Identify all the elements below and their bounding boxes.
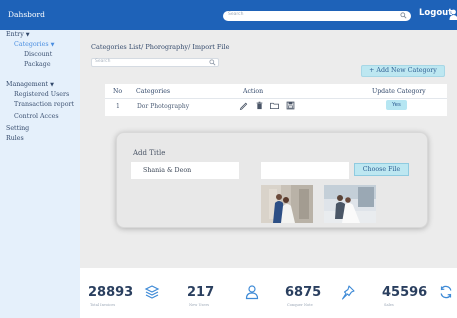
chevron-down-icon: ▼ — [50, 82, 54, 88]
sidebar-item-discount[interactable]: Discount — [24, 51, 52, 58]
sidebar-item-control-access[interactable]: Control Acces — [14, 113, 59, 120]
title-input[interactable]: Shania & Deon — [131, 162, 239, 179]
header-search-input[interactable]: Search — [223, 11, 411, 21]
filter-search-input[interactable]: Search — [91, 58, 219, 67]
row-category-name: Dor Photography — [137, 103, 190, 110]
stat-sales-label: Sales — [384, 303, 394, 307]
stat-total-invoices-label: Total Invoices — [90, 303, 116, 307]
column-header-categories: Categories — [136, 88, 171, 95]
sidebar-item-label: Entry — [6, 31, 24, 38]
choose-file-button[interactable]: Choose File — [354, 163, 409, 176]
refresh-icon — [440, 285, 452, 299]
sidebar-item-rules[interactable]: Rules — [6, 135, 24, 142]
search-icon[interactable] — [400, 12, 407, 19]
chevron-down-icon: ▼ — [25, 32, 30, 38]
sidebar-item-transaction-report[interactable]: Transaction report — [14, 101, 74, 108]
sidebar-item-label: Categories — [14, 41, 49, 48]
stats-row: 28893 Total Invoices 217 New Users 6875 … — [80, 268, 457, 318]
sidebar: Entry ▼ Categories ▼ Discount Package Mana… — [0, 30, 80, 318]
upload-panel: Add Title Shania & Deon Choose File — [116, 132, 428, 228]
update-status-badge[interactable]: Yes — [386, 100, 407, 110]
folder-icon[interactable] — [269, 101, 280, 110]
users-icon — [245, 285, 259, 300]
brand-title[interactable]: Dahsbord — [8, 10, 45, 19]
add-title-label: Add Title — [133, 149, 166, 157]
user-icon[interactable] — [449, 9, 457, 20]
sidebar-item-management[interactable]: Management ▼ — [6, 81, 54, 88]
stat-new-users-label: New Users — [189, 303, 210, 307]
sidebar-item-registered-users[interactable]: Registered Users — [14, 91, 69, 98]
filter-search-placeholder: Search — [95, 59, 111, 64]
table-divider — [105, 98, 447, 99]
stat-total-invoices-value: 28893 — [88, 285, 134, 300]
sidebar-item-entry[interactable]: Entry ▼ — [6, 31, 30, 38]
main-content: Categories List/ Phorography/ Import Fil… — [80, 30, 457, 268]
categories-table: No Categories Action Update Category 1 D… — [105, 84, 447, 116]
row-number: 1 — [116, 103, 120, 110]
column-header-action: Action — [243, 88, 264, 95]
uploaded-photo-thumbnail[interactable] — [324, 185, 376, 223]
pin-icon — [341, 285, 355, 300]
add-new-category-button[interactable]: + Add New Category — [361, 65, 445, 77]
stat-new-users-value: 217 — [187, 285, 215, 300]
breadcrumb: Categories List/ Phorography/ Import Fil… — [91, 43, 230, 51]
stat-conquer-note-value: 6875 — [285, 285, 322, 300]
sidebar-item-label: Management — [6, 81, 49, 88]
column-header-no: No — [113, 88, 123, 95]
column-header-update-category: Update Category — [372, 88, 426, 95]
top-bar: Dahsbord Search Logout — [0, 0, 457, 30]
search-icon[interactable] — [209, 59, 216, 66]
stat-conquer-note-label: Conquer Note — [287, 303, 313, 307]
sidebar-item-setting[interactable]: Setting — [6, 125, 29, 132]
stat-sales-value: 45596 — [382, 285, 428, 300]
stack-icon — [144, 285, 160, 299]
save-icon[interactable] — [286, 101, 295, 110]
sidebar-item-categories[interactable]: Categories ▼ — [14, 41, 55, 48]
edit-icon[interactable] — [239, 101, 248, 110]
chevron-down-icon: ▼ — [50, 42, 55, 48]
uploaded-photo-thumbnail[interactable] — [261, 185, 313, 223]
sidebar-item-package[interactable]: Package — [24, 61, 51, 68]
file-path-input[interactable] — [261, 162, 349, 179]
logout-button[interactable]: Logout — [419, 8, 452, 18]
header-search-placeholder: Search — [228, 12, 244, 17]
trash-icon[interactable] — [255, 101, 264, 110]
